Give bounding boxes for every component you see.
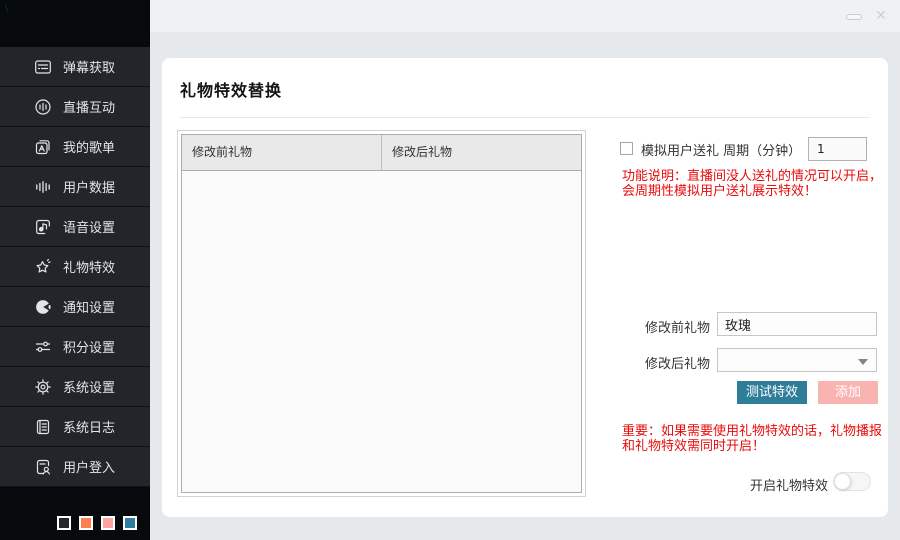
userdata-icon [34, 178, 52, 196]
playlist-icon [34, 138, 52, 156]
theme-swatch-pink[interactable] [101, 516, 115, 530]
enable-effect-label: 开启礼物特效 [750, 475, 828, 494]
notify-icon [34, 298, 52, 316]
sidebar-item-label: 通知设置 [63, 297, 115, 316]
sidebar-item-label: 系统设置 [63, 377, 115, 396]
danmu-icon [34, 58, 52, 76]
sidebar-item-danmu[interactable]: 弹幕获取 [0, 47, 150, 87]
function-note: 功能说明：直播间没人送礼的情况可以开启， 会周期性模拟用户送礼展示特效！ [622, 169, 900, 200]
after-gift-label: 修改后礼物 [645, 353, 710, 372]
sidebar-item-label: 用户数据 [63, 177, 115, 196]
sidebar-item-system-settings[interactable]: 系统设置 [0, 367, 150, 407]
theme-swatch-dark[interactable] [57, 516, 71, 530]
sidebar-item-playlist[interactable]: 我的歌单 [0, 127, 150, 167]
sidebar-header: \ [0, 0, 150, 47]
titlebar: ✕ [150, 0, 900, 32]
toggle-knob [834, 473, 851, 490]
sidebar-item-userdata[interactable]: 用户数据 [0, 167, 150, 207]
gift-replacement-table: 修改前礼物 修改后礼物 [177, 130, 586, 497]
col-header-after: 修改后礼物 [382, 135, 581, 170]
simulate-gift-checkbox[interactable] [620, 142, 633, 155]
live-icon [34, 98, 52, 116]
log-icon [34, 418, 52, 436]
points-icon [34, 338, 52, 356]
before-gift-label: 修改前礼物 [645, 317, 710, 336]
chevron-down-icon [858, 359, 868, 365]
sidebar-item-label: 直播互动 [63, 97, 115, 116]
sidebar-item-label: 礼物特效 [63, 257, 115, 276]
sidebar: \ 弹幕获取 [0, 0, 150, 540]
sidebar-item-label: 系统日志 [63, 417, 115, 436]
enable-effect-toggle[interactable] [833, 472, 871, 491]
sidebar-item-points[interactable]: 积分设置 [0, 327, 150, 367]
theme-swatch-orange[interactable] [79, 516, 93, 530]
simulate-gift-label: 模拟用户送礼 周期（分钟） [641, 140, 801, 159]
app-window: ✕ \ 弹幕获取 [0, 0, 900, 540]
period-minutes-input[interactable] [808, 137, 867, 161]
sidebar-nav: 弹幕获取 直播互动 [0, 47, 150, 487]
table-header-row: 修改前礼物 修改后礼物 [182, 135, 581, 171]
after-gift-select[interactable] [717, 348, 877, 372]
theme-swatches [0, 498, 150, 540]
sidebar-item-login[interactable]: 用户登入 [0, 447, 150, 487]
sidebar-item-label: 用户登入 [63, 457, 115, 476]
sidebar-item-live[interactable]: 直播互动 [0, 87, 150, 127]
add-button[interactable]: 添加 [818, 381, 878, 404]
gift-effect-icon [34, 258, 52, 276]
test-effect-button[interactable]: 测试特效 [737, 381, 807, 404]
content-card: 礼物特效替换 修改前礼物 修改后礼物 模拟用户送礼 周期（分钟） 功能说明：直播… [162, 58, 888, 517]
sidebar-item-label: 我的歌单 [63, 137, 115, 156]
page-title: 礼物特效替换 [180, 77, 282, 101]
sidebar-item-label: 积分设置 [63, 337, 115, 356]
title-divider [180, 117, 870, 118]
important-note: 重要：如果需要使用礼物特效的话，礼物播报 和礼物特效需同时开启！ [622, 424, 900, 455]
sidebar-item-label: 弹幕获取 [63, 57, 115, 76]
login-icon [34, 458, 52, 476]
sidebar-item-voice[interactable]: 语音设置 [0, 207, 150, 247]
voice-icon [34, 218, 52, 236]
minimize-button[interactable] [846, 14, 862, 20]
table-body[interactable] [182, 171, 581, 492]
sidebar-item-label: 语音设置 [63, 217, 115, 236]
col-header-before: 修改前礼物 [182, 135, 382, 170]
gear-icon [34, 378, 52, 396]
sidebar-item-system-log[interactable]: 系统日志 [0, 407, 150, 447]
theme-swatch-teal[interactable] [123, 516, 137, 530]
close-button[interactable]: ✕ [872, 7, 890, 25]
sidebar-item-gift-effect[interactable]: 礼物特效 [0, 247, 150, 287]
before-gift-input[interactable] [717, 312, 877, 336]
sidebar-item-notify[interactable]: 通知设置 [0, 287, 150, 327]
